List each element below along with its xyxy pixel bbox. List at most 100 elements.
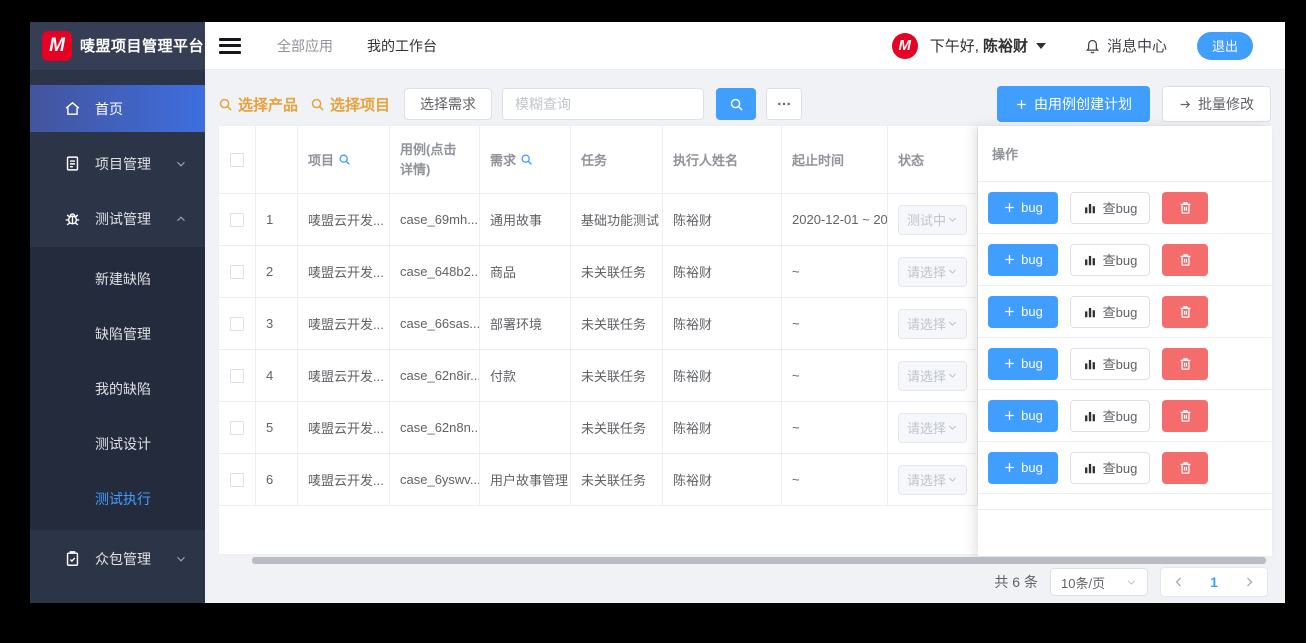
delete-button[interactable] <box>1162 191 1208 224</box>
delete-button[interactable] <box>1162 347 1208 380</box>
cell-case[interactable]: case_62n8n... <box>390 402 480 453</box>
add-bug-button[interactable]: bug <box>988 191 1058 224</box>
home-icon <box>65 102 80 115</box>
page-size-select[interactable]: 10条/页 <box>1050 568 1148 596</box>
select-product-link[interactable]: 选择产品 <box>218 94 298 115</box>
view-bug-button[interactable]: 查bug <box>1070 347 1150 380</box>
sidebar-item-label: 首页 <box>95 100 123 117</box>
cell-case[interactable]: case_69mh... <box>390 194 480 245</box>
nav-my-workbench[interactable]: 我的工作台 <box>367 36 437 56</box>
actions-row: bug 查bug <box>978 182 1272 234</box>
view-bug-button[interactable]: 查bug <box>1070 399 1150 432</box>
sidebar-item-home[interactable]: 首页 <box>30 85 205 132</box>
chevron-down-icon <box>176 556 186 561</box>
sidebar-item-defect-mgmt[interactable]: 缺陷管理 <box>30 306 205 361</box>
status-select[interactable]: 请选择 <box>898 412 967 443</box>
view-bug-button[interactable]: 查bug <box>1070 451 1150 484</box>
trash-icon <box>1179 358 1191 370</box>
logout-button[interactable]: 退出 <box>1197 31 1253 60</box>
sidebar-item-test-design[interactable]: 测试设计 <box>30 416 205 471</box>
sidebar-item-label: 项目管理 <box>95 155 151 172</box>
status-select[interactable]: 请选择 <box>898 360 967 391</box>
delete-button[interactable] <box>1162 295 1208 328</box>
user-menu-caret-icon[interactable] <box>1035 42 1046 49</box>
actions-fixed-column: 操作 bug 查bug bug 查bug bug 查bug bug 查bug b… <box>978 126 1272 556</box>
sidebar-item-my-defects[interactable]: 我的缺陷 <box>30 361 205 416</box>
top-header: M 唛盟项目管理平台 全部应用 我的工作台 M 下午好, 陈裕财 消息中心 退出 <box>30 22 1285 70</box>
header-cell-case: 用例(点击详情) <box>390 126 480 193</box>
arrow-right-icon <box>1180 100 1190 108</box>
row-checkbox[interactable] <box>230 316 244 331</box>
pagination-bar: 共 6 条 10条/页 1 <box>994 567 1268 597</box>
message-center[interactable]: 消息中心 <box>1084 35 1167 56</box>
actions-row: bug 查bug <box>978 338 1272 390</box>
current-page[interactable]: 1 <box>1210 574 1218 590</box>
header-cell-index <box>256 126 298 193</box>
cell-case[interactable]: case_62n8ir... <box>390 350 480 401</box>
chevron-down-icon <box>948 269 957 274</box>
status-select[interactable]: 测试中 <box>898 204 967 235</box>
cell-case[interactable]: case_66sas... <box>390 298 480 349</box>
add-bug-button[interactable]: bug <box>988 347 1058 380</box>
create-plan-from-case-button[interactable]: 由用例创建计划 <box>997 86 1150 122</box>
cell-case[interactable]: case_6yswv... <box>390 454 480 505</box>
sidebar-item-new-defect[interactable]: 新建缺陷 <box>30 251 205 306</box>
horizontal-scrollbar[interactable] <box>252 557 1266 564</box>
select-all-checkbox[interactable] <box>230 152 244 167</box>
cell-case[interactable]: case_648b2... <box>390 246 480 297</box>
hamburger-menu-icon[interactable] <box>219 37 241 54</box>
view-bug-button[interactable]: 查bug <box>1070 295 1150 328</box>
bug-icon <box>65 213 80 226</box>
cell-status: 测试中 <box>888 194 978 245</box>
row-checkbox[interactable] <box>230 368 244 383</box>
status-select[interactable]: 请选择 <box>898 256 967 287</box>
cell-requirement <box>480 402 571 453</box>
delete-button[interactable] <box>1162 243 1208 276</box>
status-select[interactable]: 请选择 <box>898 464 967 495</box>
row-checkbox[interactable] <box>230 264 244 279</box>
message-center-label: 消息中心 <box>1106 38 1167 55</box>
add-bug-button[interactable]: bug <box>988 451 1058 484</box>
delete-button[interactable] <box>1162 399 1208 432</box>
sidebar-item-crowdsourcing[interactable]: 众包管理 <box>30 535 205 582</box>
cell-task: 未关联任务 <box>571 454 663 505</box>
row-checkbox[interactable] <box>230 212 244 227</box>
cell-executor: 陈裕财 <box>663 298 782 349</box>
delete-button[interactable] <box>1162 451 1208 484</box>
nav-all-apps[interactable]: 全部应用 <box>277 36 333 56</box>
sidebar-item-project-mgmt[interactable]: 项目管理 <box>30 140 205 187</box>
actions-row: bug 查bug <box>978 286 1272 338</box>
plus-icon <box>1004 358 1015 369</box>
sidebar-item-test-execution[interactable]: 测试执行 <box>30 471 205 526</box>
search-icon[interactable] <box>338 153 351 166</box>
search-button[interactable] <box>716 88 757 120</box>
view-bug-button[interactable]: 查bug <box>1070 191 1150 224</box>
add-bug-button[interactable]: bug <box>988 243 1058 276</box>
batch-edit-button[interactable]: 批量修改 <box>1162 86 1271 122</box>
sidebar-item-test-mgmt[interactable]: 测试管理 <box>30 195 205 242</box>
search-icon <box>730 98 743 111</box>
select-project-link[interactable]: 选择项目 <box>310 94 390 115</box>
add-bug-button[interactable]: bug <box>988 295 1058 328</box>
cell-executor: 陈裕财 <box>663 246 782 297</box>
add-bug-button[interactable]: bug <box>988 399 1058 432</box>
select-project-label: 选择项目 <box>330 96 391 114</box>
next-page-icon[interactable] <box>1243 576 1255 588</box>
avatar[interactable]: M <box>891 32 918 59</box>
search-input[interactable] <box>502 88 705 120</box>
row-checkbox[interactable] <box>230 472 244 487</box>
search-icon[interactable] <box>520 153 533 166</box>
prev-page-icon[interactable] <box>1173 576 1185 588</box>
view-bug-button[interactable]: 查bug <box>1070 243 1150 276</box>
plus-icon <box>1004 254 1015 265</box>
test-mgmt-submenu: 新建缺陷 缺陷管理 我的缺陷 测试设计 测试执行 <box>30 247 205 530</box>
cell-index: 2 <box>256 246 298 297</box>
cell-project: 唛盟云开发... <box>298 454 390 505</box>
status-select[interactable]: 请选择 <box>898 308 967 339</box>
more-filters-button[interactable] <box>766 88 803 120</box>
chevron-down-icon <box>1127 579 1136 585</box>
cell-requirement: 部署环境 <box>480 298 571 349</box>
select-requirement-button[interactable]: 选择需求 <box>404 88 493 120</box>
row-checkbox[interactable] <box>230 420 244 435</box>
user-name[interactable]: 陈裕财 <box>983 35 1028 56</box>
